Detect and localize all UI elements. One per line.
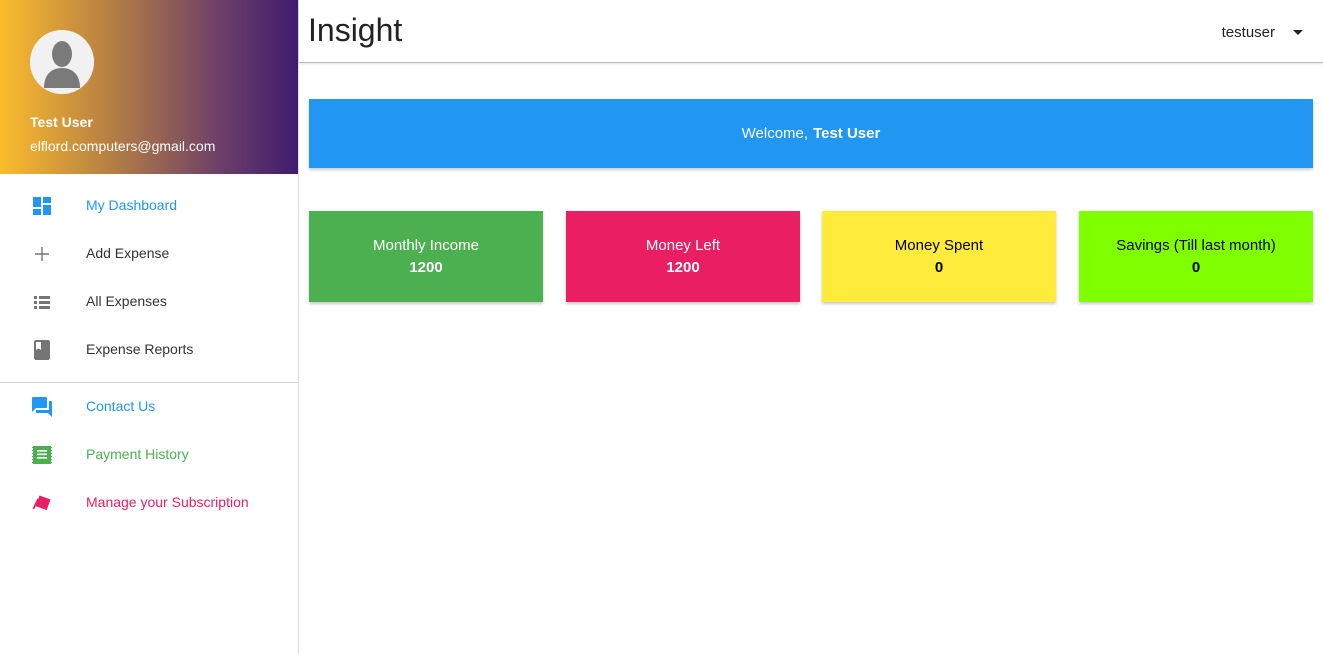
stat-card-money-spent: Money Spent 0	[822, 211, 1056, 302]
avatar	[30, 30, 94, 94]
dashboard-icon	[30, 194, 54, 218]
sidebar-item-label: My Dashboard	[86, 197, 178, 213]
stat-card-label: Money Left	[645, 236, 721, 254]
stat-card-label: Money Spent	[894, 236, 984, 254]
sidebar-item-expense-reports[interactable]: Expense Reports	[0, 326, 298, 374]
welcome-user-name: Test User	[813, 125, 881, 142]
profile-email: elflord.computers@gmail.com	[30, 138, 216, 154]
profile-name: Test User	[30, 114, 93, 130]
cards-icon	[30, 491, 54, 515]
sidebar-item-label: Payment History	[86, 446, 189, 462]
user-avatar-icon	[30, 30, 94, 94]
user-menu-dropdown[interactable]: testuser	[1222, 21, 1303, 43]
stat-card-money-left: Money Left 1200	[566, 211, 800, 302]
sidebar-item-label: Manage your Subscription	[86, 494, 249, 510]
stat-card-savings: Savings (Till last month) 0	[1079, 211, 1313, 302]
sidebar-item-label: Add Expense	[86, 245, 170, 261]
app-title: Insight	[308, 12, 403, 48]
list-icon	[30, 290, 54, 314]
sidebar-item-contact-us[interactable]: Contact Us	[0, 383, 298, 431]
welcome-banner: Welcome, Test User	[309, 99, 1313, 168]
top-app-bar: Insight testuser	[299, 0, 1323, 63]
sidebar-item-label: Expense Reports	[86, 341, 194, 357]
sidebar-item-payment-history[interactable]: Payment History	[0, 431, 298, 479]
sidebar-item-manage-subscription[interactable]: Manage your Subscription	[0, 479, 298, 527]
stat-card-value: 1200	[409, 258, 443, 276]
sidebar-item-label: All Expenses	[86, 293, 167, 309]
stat-card-monthly-income: Monthly Income 1200	[309, 211, 543, 302]
caret-down-icon	[1293, 29, 1303, 35]
book-icon	[30, 338, 54, 362]
sidebar: Test User elflord.computers@gmail.com My…	[0, 0, 299, 654]
receipt-icon	[30, 443, 54, 467]
plus-icon	[30, 242, 54, 266]
stat-card-value: 1200	[666, 258, 700, 276]
profile-header: Test User elflord.computers@gmail.com	[0, 0, 298, 174]
stat-card-value: 0	[1191, 258, 1201, 276]
sidebar-item-add-expense[interactable]: Add Expense	[0, 230, 298, 278]
welcome-prefix: Welcome,	[741, 125, 809, 142]
stat-card-value: 0	[934, 258, 944, 276]
stat-card-label: Savings (Till last month)	[1116, 236, 1276, 254]
sidebar-item-my-dashboard[interactable]: My Dashboard	[0, 182, 298, 230]
chat-icon	[30, 395, 54, 419]
stat-card-label: Monthly Income	[373, 236, 479, 254]
sidebar-item-label: Contact Us	[86, 398, 156, 414]
user-menu-username: testuser	[1221, 23, 1275, 41]
sidebar-item-all-expenses[interactable]: All Expenses	[0, 278, 298, 326]
